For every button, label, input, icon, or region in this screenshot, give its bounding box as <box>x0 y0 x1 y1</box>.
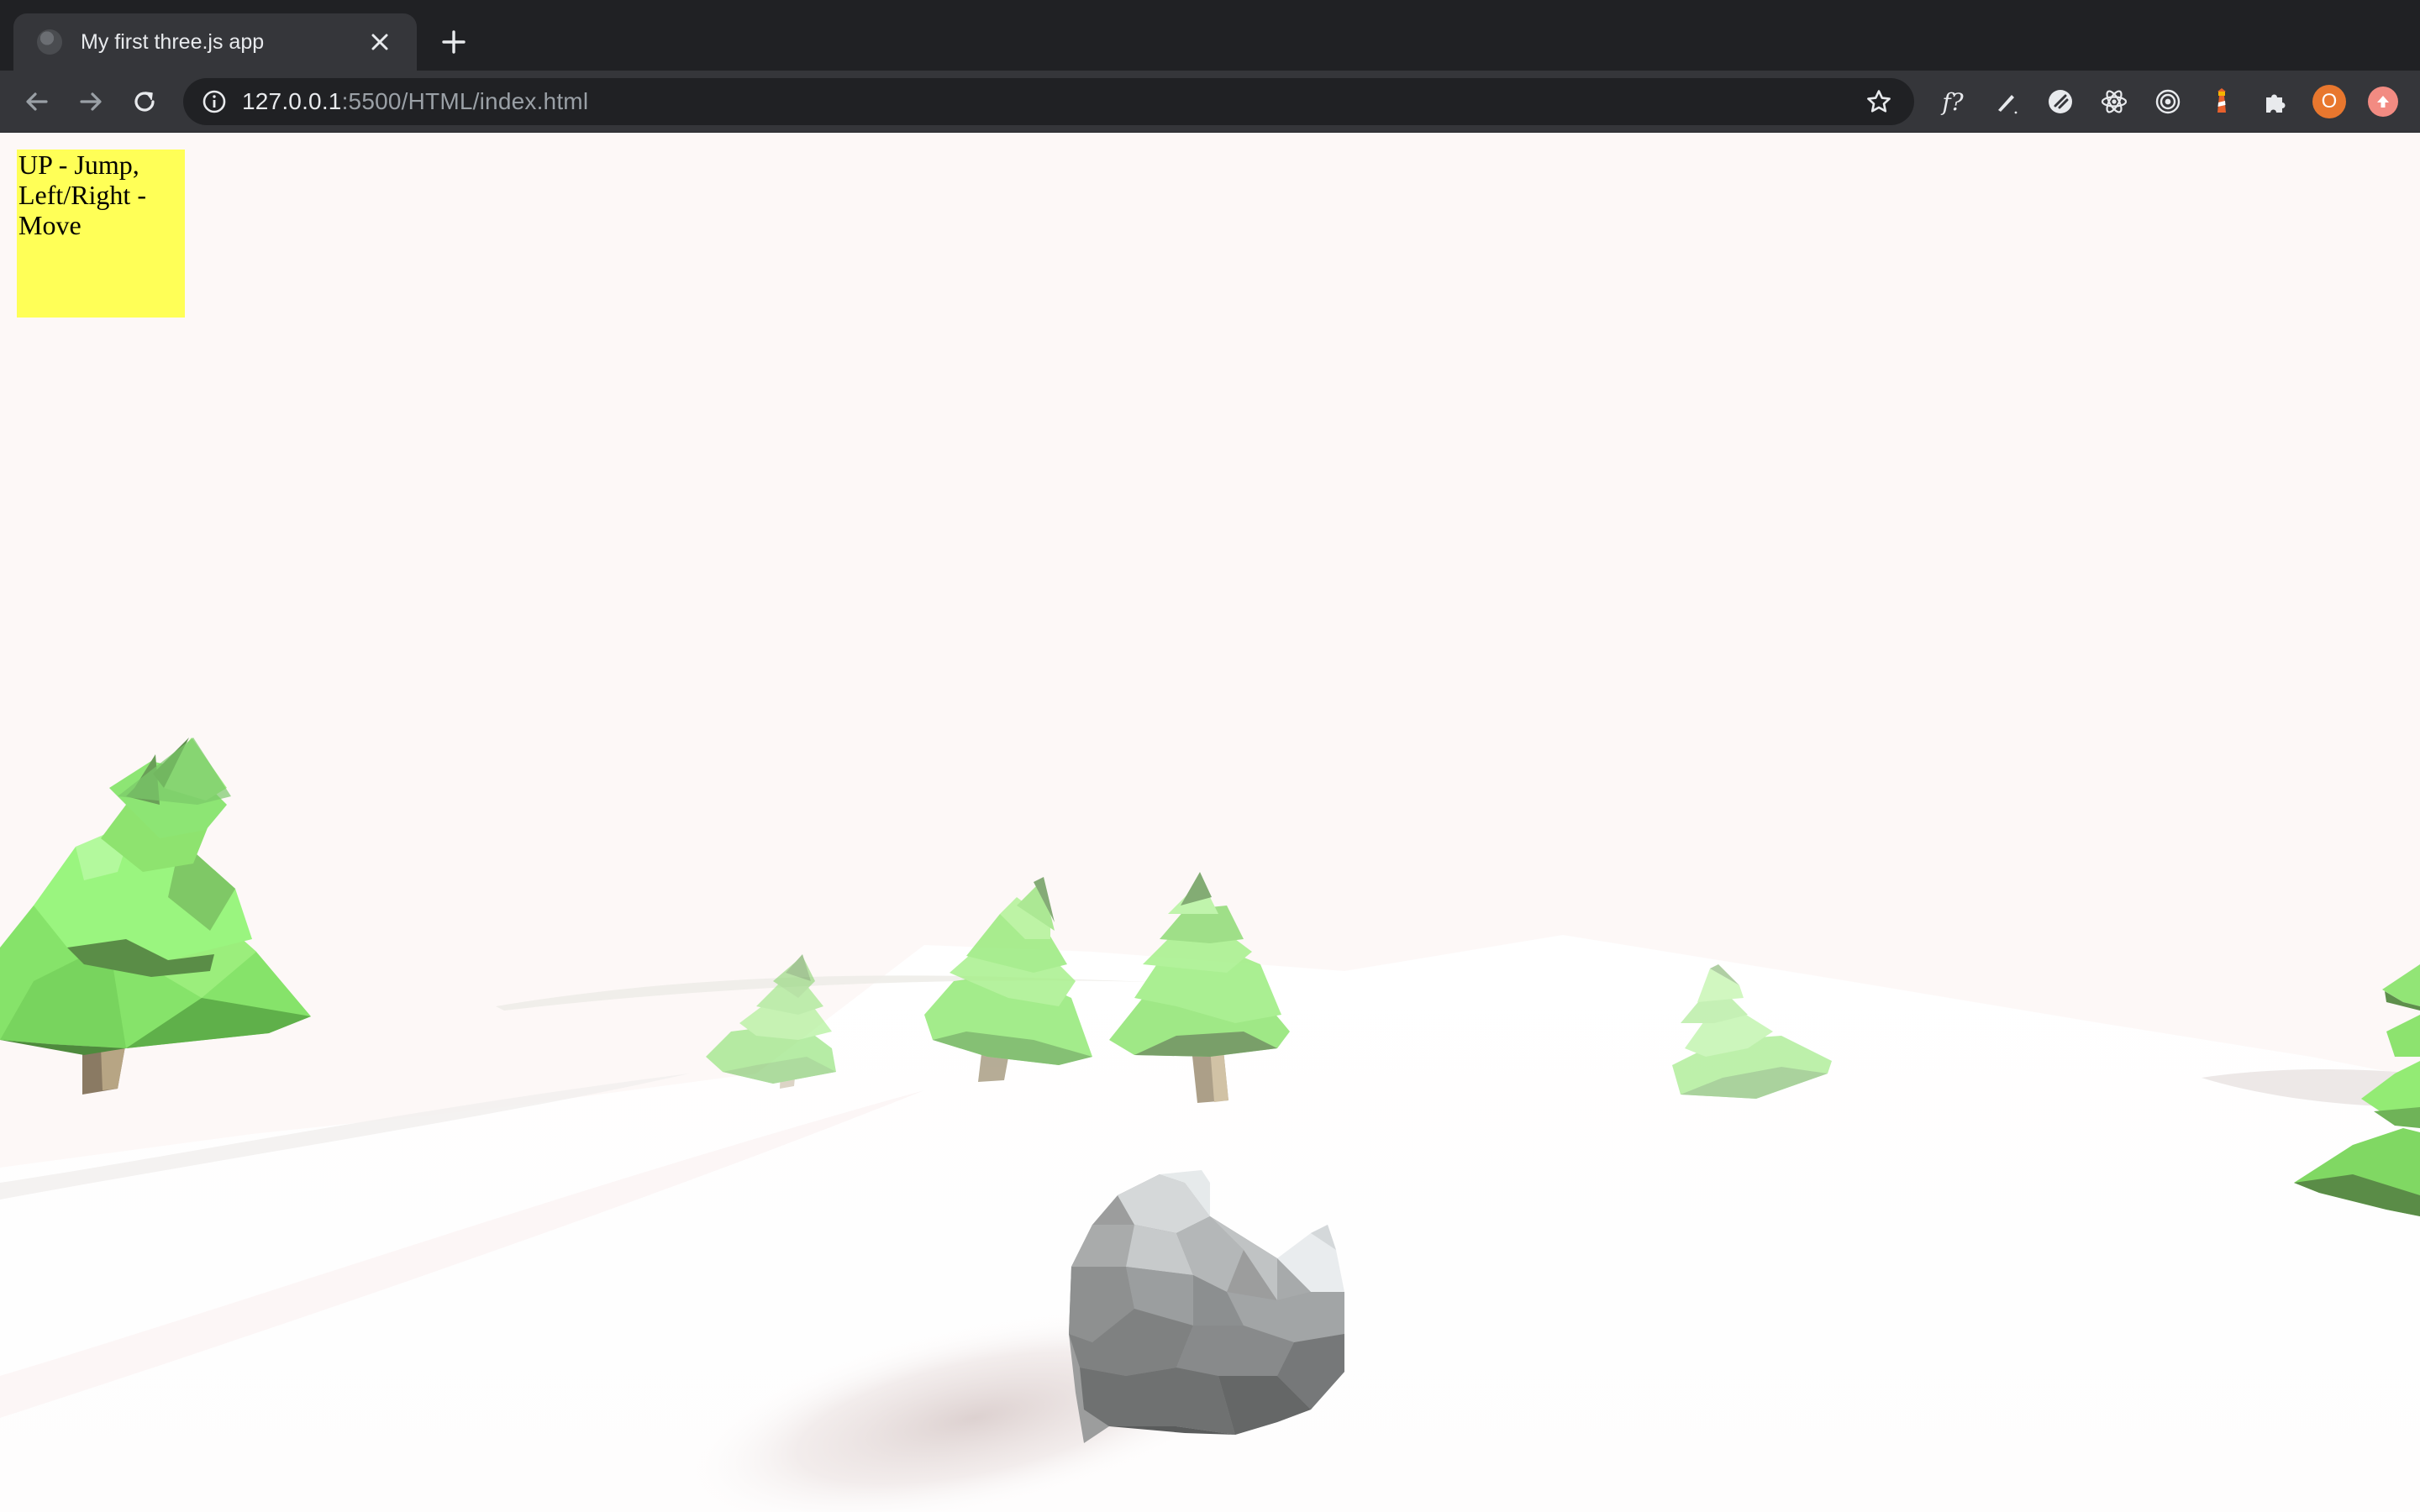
profile-button[interactable]: O <box>2311 83 2348 120</box>
puzzle-icon[interactable] <box>2257 83 2294 120</box>
plus-icon <box>442 30 466 54</box>
reload-button[interactable] <box>124 81 165 122</box>
close-icon[interactable] <box>363 25 397 59</box>
info-icon[interactable] <box>202 89 227 114</box>
function-icon[interactable]: f? <box>1934 83 1971 120</box>
arrow-left-icon <box>26 92 48 111</box>
pen-icon[interactable] <box>1988 83 2025 120</box>
url-host: 127.0.0.1 <box>242 88 342 114</box>
update-button[interactable] <box>2365 83 2402 120</box>
tab-strip: My first three.js app <box>0 0 2420 71</box>
target-icon[interactable] <box>2149 83 2186 120</box>
browser-tab[interactable]: My first three.js app <box>13 13 417 71</box>
reload-icon <box>134 92 155 112</box>
url-text[interactable]: 127.0.0.1:5500/HTML/index.html <box>242 88 588 115</box>
new-tab-button[interactable] <box>434 22 474 62</box>
arrow-up-icon <box>2368 87 2398 117</box>
avatar: O <box>2312 85 2346 118</box>
lighthouse-icon[interactable] <box>2203 83 2240 120</box>
forward-button[interactable] <box>71 81 111 122</box>
magnet-icon[interactable] <box>2042 83 2079 120</box>
back-button[interactable] <box>17 81 57 122</box>
controls-instructions: UP - Jump, Left/Right - Move <box>17 150 185 318</box>
tab-title: My first three.js app <box>81 29 265 54</box>
page-viewport: UP - Jump, Left/Right - Move <box>0 133 2420 1512</box>
game-canvas[interactable] <box>0 133 2420 1512</box>
arrow-right-icon <box>80 92 102 111</box>
url-path: :5500/HTML/index.html <box>341 88 589 114</box>
globe-icon <box>37 29 62 55</box>
bookmark-star-button[interactable] <box>1862 85 1896 118</box>
browser-toolbar: 127.0.0.1:5500/HTML/index.html f? O <box>0 71 2420 133</box>
star-icon <box>1867 90 1891 113</box>
react-atom-icon[interactable] <box>2096 83 2133 120</box>
address-bar[interactable]: 127.0.0.1:5500/HTML/index.html <box>183 78 1914 125</box>
